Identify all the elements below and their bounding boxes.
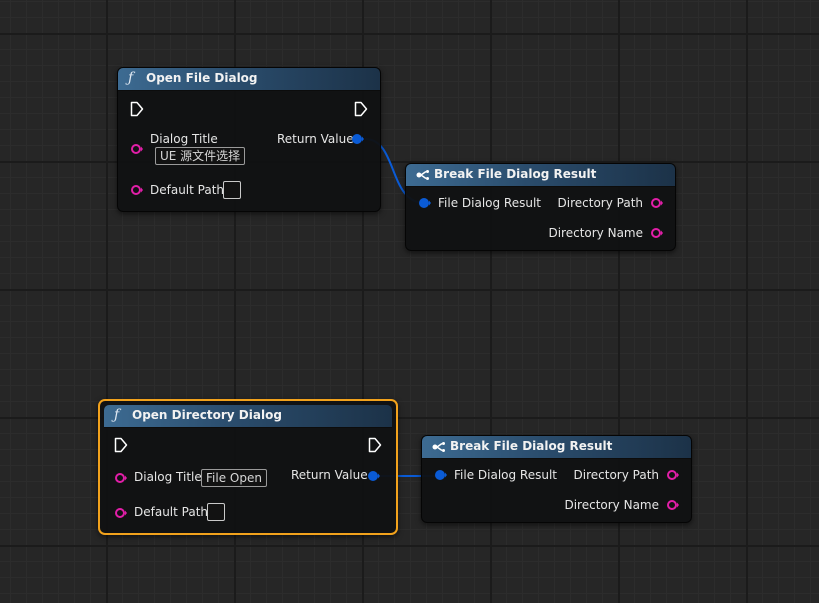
node-title: Open File Dialog <box>146 71 258 85</box>
directory-path-pin[interactable] <box>651 197 663 209</box>
node-header[interactable]: Break File Dialog Result <box>406 164 675 187</box>
directory-path-label: Directory Path <box>573 468 659 482</box>
default-path-input[interactable] <box>207 503 225 521</box>
default-path-label: Default Path <box>150 183 225 197</box>
directory-name-pin[interactable] <box>651 227 663 239</box>
function-icon: ƒ <box>114 407 120 423</box>
return-value-label: Return Value <box>291 468 368 482</box>
dialog-title-input[interactable]: UE 源文件选择 <box>155 147 246 165</box>
file-dialog-result-pin[interactable] <box>419 197 431 209</box>
directory-name-pin[interactable] <box>667 499 679 511</box>
break-file-dialog-result-node[interactable]: Break File Dialog Result File Dialog Res… <box>421 435 692 523</box>
break-struct-icon <box>416 170 429 180</box>
exec-in-pin[interactable] <box>114 437 128 453</box>
file-dialog-result-pin[interactable] <box>435 469 447 481</box>
default-path-input[interactable] <box>223 181 241 199</box>
file-dialog-result-label: File Dialog Result <box>454 468 558 482</box>
break-struct-icon <box>432 442 445 452</box>
exec-out-pin[interactable] <box>354 101 368 117</box>
function-icon: ƒ <box>128 70 134 86</box>
node-header[interactable]: Break File Dialog Result <box>422 436 691 459</box>
default-path-pin[interactable] <box>131 184 143 196</box>
node-title: Open Directory Dialog <box>132 408 282 422</box>
open-file-dialog-node[interactable]: ƒ Open File Dialog Dialog Title UE 源文件选择… <box>117 67 381 212</box>
default-path-label: Default Path <box>134 505 209 519</box>
return-value-label: Return Value <box>277 132 354 146</box>
dialog-title-label: Dialog Title <box>134 470 202 484</box>
return-value-pin[interactable] <box>352 133 364 145</box>
file-dialog-result-label: File Dialog Result <box>438 196 542 210</box>
default-path-pin[interactable] <box>115 507 127 519</box>
open-directory-dialog-node[interactable]: ƒ Open Directory Dialog Dialog Title Fil… <box>98 399 398 535</box>
node-header[interactable]: ƒ Open Directory Dialog <box>104 405 392 428</box>
node-header[interactable]: ƒ Open File Dialog <box>118 68 380 91</box>
dialog-title-pin[interactable] <box>131 143 143 155</box>
directory-path-label: Directory Path <box>557 196 643 210</box>
exec-out-pin[interactable] <box>368 437 382 453</box>
dialog-title-pin[interactable] <box>115 472 127 484</box>
break-file-dialog-result-node[interactable]: Break File Dialog Result File Dialog Res… <box>405 163 676 251</box>
node-title: Break File Dialog Result <box>450 439 613 453</box>
directory-name-label: Directory Name <box>564 498 659 512</box>
return-value-pin[interactable] <box>368 470 380 482</box>
exec-in-pin[interactable] <box>130 101 144 117</box>
dialog-title-input[interactable]: File Open <box>201 469 267 487</box>
directory-name-label: Directory Name <box>548 226 643 240</box>
directory-path-pin[interactable] <box>667 469 679 481</box>
node-title: Break File Dialog Result <box>434 167 597 181</box>
dialog-title-label: Dialog Title <box>150 132 218 146</box>
